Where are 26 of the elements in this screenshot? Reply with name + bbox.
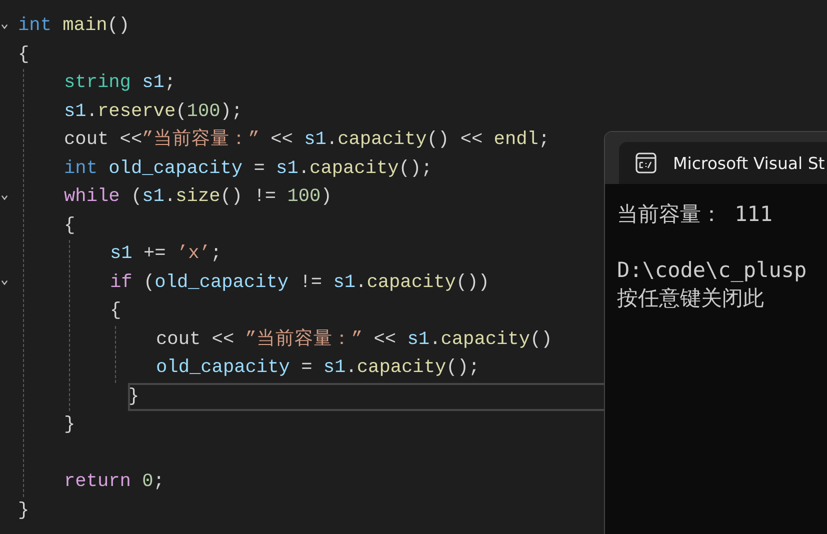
console-output-line: D:\code\c_plusp <box>617 257 808 284</box>
code-text: s1.reserve(100); <box>64 100 243 124</box>
code-text: while (s1.size() != 100) <box>64 185 332 209</box>
console-tab[interactable]: Microsoft Visual St <box>619 142 827 184</box>
code-text: int main() <box>18 14 130 38</box>
code-text: s1 += ’x’; <box>110 242 222 266</box>
console-output-line: 当前容量： 111 <box>617 201 774 228</box>
code-text: string s1; <box>64 71 176 95</box>
console-title: Microsoft Visual St <box>673 154 825 172</box>
code-text: cout <<”当前容量：” << s1.capacity() << endl; <box>64 127 550 152</box>
code-text: { <box>18 42 30 66</box>
code-text: } <box>128 384 140 408</box>
console-output-line: 按任意键关闭此 <box>617 285 765 312</box>
terminal-icon <box>635 152 657 174</box>
code-text: { <box>110 299 122 323</box>
code-text: if (old_capacity != s1.capacity()) <box>110 270 490 294</box>
fold-chevron-icon[interactable] <box>1 279 8 286</box>
fold-chevron-icon[interactable] <box>1 22 8 30</box>
code-text: } <box>64 413 76 437</box>
code-text: int old_capacity = s1.capacity(); <box>64 156 432 180</box>
code-text: cout << ”当前容量：” << s1.capacity() <box>156 327 552 352</box>
code-text: old_capacity = s1.capacity(); <box>156 356 480 380</box>
code-text: { <box>64 214 76 238</box>
fold-chevron-icon[interactable] <box>1 194 8 201</box>
code-text: return 0; <box>64 470 164 494</box>
code-text: } <box>18 498 30 522</box>
